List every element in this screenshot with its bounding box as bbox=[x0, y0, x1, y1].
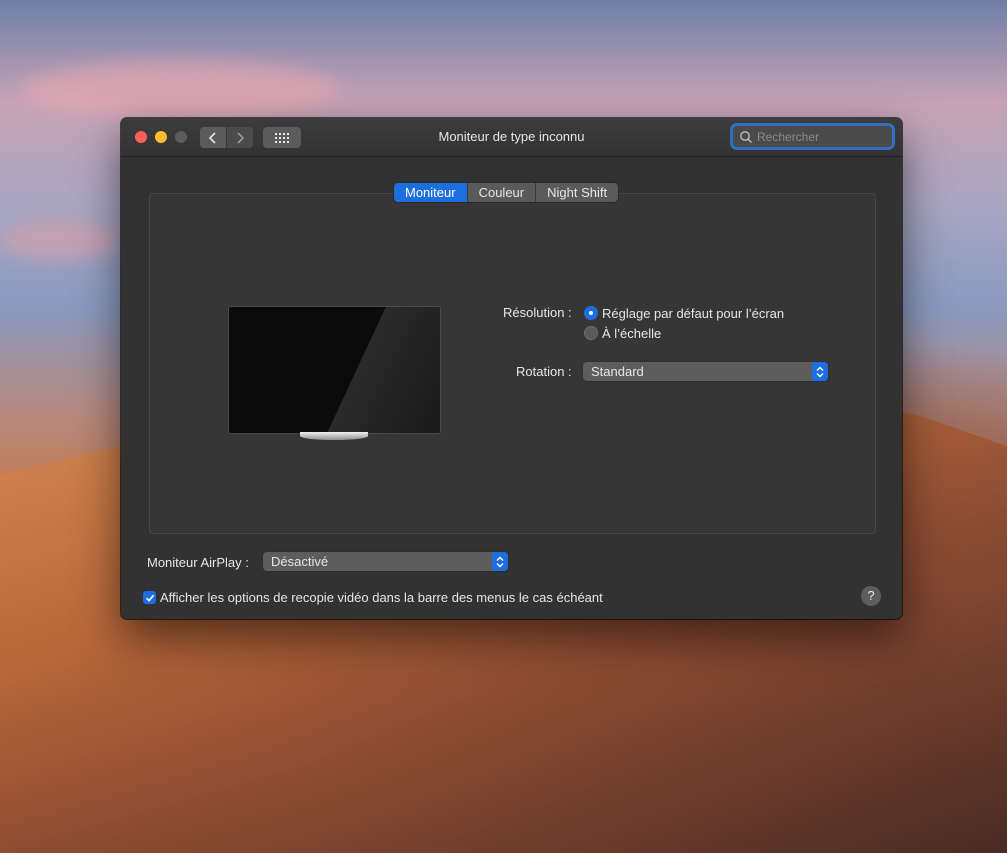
rotation-value: Standard bbox=[591, 364, 644, 379]
up-down-chevron-icon bbox=[492, 552, 508, 571]
checkmark-icon bbox=[145, 594, 154, 602]
resolution-label: Résolution : bbox=[503, 305, 572, 320]
magnifier-icon bbox=[740, 130, 753, 143]
rotation-label: Rotation : bbox=[516, 364, 572, 379]
monitor-screen-gloss bbox=[229, 307, 440, 433]
airplay-popup[interactable]: Désactivé bbox=[263, 552, 508, 571]
preferences-window: Moniteur de type inconnu Rechercher Réso… bbox=[121, 118, 902, 619]
airplay-label: Moniteur AirPlay : bbox=[147, 555, 249, 570]
mirroring-options-label[interactable]: Afficher les options de recopie vidéo da… bbox=[160, 590, 603, 605]
title-bar: Moniteur de type inconnu Rechercher bbox=[121, 118, 902, 157]
wallpaper-cloud bbox=[20, 60, 340, 120]
mirroring-options-checkbox[interactable] bbox=[143, 591, 156, 604]
tab-bar: Moniteur Couleur Night Shift bbox=[394, 183, 619, 202]
monitor-illustration bbox=[228, 306, 441, 434]
monitor-stand-illustration bbox=[300, 432, 368, 440]
radio-resolution-default[interactable] bbox=[584, 306, 598, 320]
airplay-value: Désactivé bbox=[271, 554, 329, 569]
wallpaper-cloud bbox=[0, 220, 120, 260]
tab-couleur[interactable]: Couleur bbox=[467, 183, 537, 202]
rotation-popup[interactable]: Standard bbox=[583, 362, 828, 381]
up-down-chevron-icon bbox=[812, 362, 828, 381]
display-settings-panel: Résolution : Réglage par défaut pour l’é… bbox=[149, 193, 876, 534]
search-field[interactable]: Rechercher bbox=[733, 126, 892, 147]
search-placeholder: Rechercher bbox=[757, 129, 820, 144]
radio-resolution-scaled[interactable] bbox=[584, 326, 598, 340]
tab-night-shift[interactable]: Night Shift bbox=[536, 183, 619, 202]
resolution-default-label[interactable]: Réglage par défaut pour l’écran bbox=[602, 306, 784, 321]
help-button[interactable]: ? bbox=[861, 586, 881, 606]
tab-moniteur[interactable]: Moniteur bbox=[394, 183, 468, 202]
resolution-scaled-label[interactable]: À l’échelle bbox=[602, 326, 661, 341]
